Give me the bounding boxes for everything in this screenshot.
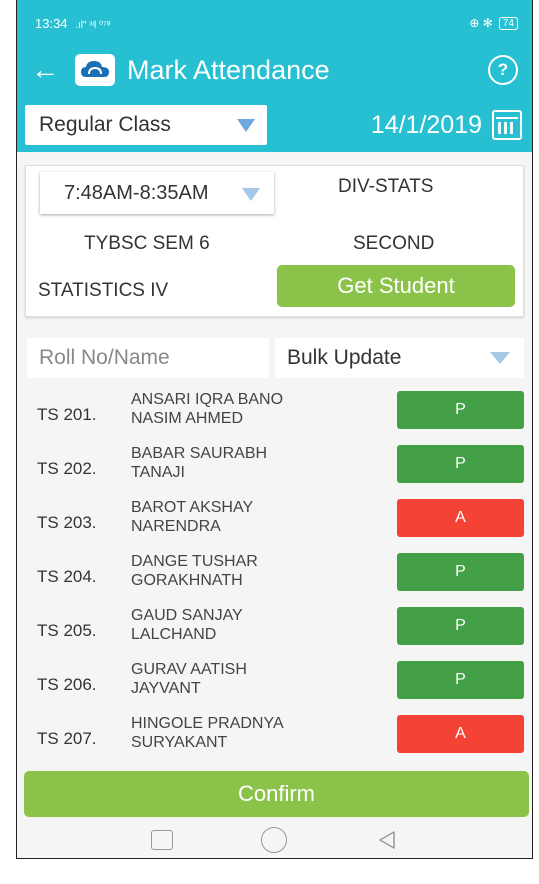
dropdown-arrow-icon xyxy=(490,352,510,364)
status-time: 13:34 xyxy=(35,15,68,31)
student-row: TS 205. GAUD SANJAY LALCHAND P xyxy=(17,604,532,658)
slot-label: SECOND xyxy=(353,233,435,254)
back-arrow-icon[interactable]: ← xyxy=(31,54,75,86)
help-icon[interactable]: ? xyxy=(488,55,518,85)
dropdown-arrow-icon xyxy=(237,118,255,132)
attendance-toggle-button[interactable]: A xyxy=(397,499,524,537)
student-name-line1: GURAV AATISH xyxy=(131,661,247,678)
attendance-toggle-button[interactable]: P xyxy=(397,607,524,645)
time-slot-value: 7:48AM-8:35AM xyxy=(64,181,209,204)
roll-number: TS 206. xyxy=(37,675,97,694)
student-row: TS 203. BAROT AKSHAY NARENDRA A xyxy=(17,496,532,550)
attendance-toggle-button[interactable]: P xyxy=(397,661,524,699)
student-name: HINGOLE PRADNYA SURYAKANT xyxy=(131,714,371,752)
attendance-toggle-button[interactable]: P xyxy=(397,445,524,483)
student-name-line2: TANAJI xyxy=(131,464,185,481)
lecture-info-card: 7:48AM-8:35AM DIV-STATS TYBSC SEM 6 SECO… xyxy=(25,165,524,317)
student-name-line1: BAROT AKSHAY xyxy=(131,499,254,516)
class-type-dropdown[interactable]: Regular Class xyxy=(25,105,267,145)
student-name: BABAR SAURABH TANAJI xyxy=(131,444,371,482)
class-controls: Regular Class 14/1/2019 xyxy=(25,104,524,146)
student-name-line2: JAYVANT xyxy=(131,680,201,697)
student-name-line1: DANGE TUSHAR xyxy=(131,553,258,570)
status-bar: 13:34 .ıl" ᵌᶥl ⁰⁷⁸ ⊕ ✻ 74 xyxy=(17,0,532,46)
class-label: TYBSC SEM 6 xyxy=(84,233,210,254)
student-name-line2: SURYAKANT xyxy=(131,734,228,751)
roll-number: TS 205. xyxy=(37,621,97,640)
filter-row: Roll No/Name Bulk Update xyxy=(27,338,524,378)
status-right: ⊕ ✻ 74 xyxy=(469,16,518,30)
class-type-value: Regular Class xyxy=(39,113,171,136)
attendance-toggle-button[interactable]: P xyxy=(397,553,524,591)
student-row: TS 206. GURAV AATISH JAYVANT P xyxy=(17,658,532,712)
student-name-line2: GORAKHNATH xyxy=(131,572,243,589)
student-name-line1: GAUD SANJAY xyxy=(131,607,243,624)
calendar-icon[interactable] xyxy=(492,110,522,140)
selected-date: 14/1/2019 xyxy=(370,110,482,139)
student-name: BAROT AKSHAY NARENDRA xyxy=(131,498,371,536)
student-list: TS 201. ANSARI IQRA BANO NASIM AHMED P TS… xyxy=(17,388,532,766)
bulk-update-dropdown[interactable]: Bulk Update xyxy=(275,338,524,378)
bulk-update-label: Bulk Update xyxy=(287,346,402,369)
recent-apps-icon[interactable] xyxy=(151,829,174,850)
student-name: GAUD SANJAY LALCHAND xyxy=(131,606,371,644)
student-name: ANSARI IQRA BANO NASIM AHMED xyxy=(131,390,371,428)
back-nav-icon[interactable] xyxy=(376,829,398,851)
student-row: TS 204. DANGE TUSHAR GORAKHNATH P xyxy=(17,550,532,604)
phone-screen: 13:34 .ıl" ᵌᶥl ⁰⁷⁸ ⊕ ✻ 74 ← Mark Attenda… xyxy=(16,0,533,859)
app-logo-icon xyxy=(75,54,115,86)
confirm-button[interactable]: Confirm xyxy=(24,771,529,817)
date-picker[interactable]: 14/1/2019 xyxy=(371,110,522,140)
roll-name-search-input[interactable]: Roll No/Name xyxy=(27,338,269,378)
student-name-line2: LALCHAND xyxy=(131,626,217,643)
roll-number: TS 207. xyxy=(37,729,97,748)
student-name-line1: BABAR SAURABH xyxy=(131,445,268,462)
get-student-button[interactable]: Get Student xyxy=(277,265,515,307)
student-name: DANGE TUSHAR GORAKHNATH xyxy=(131,552,371,590)
student-row: TS 207. HINGOLE PRADNYA SURYAKANT A xyxy=(17,712,532,766)
status-icons: ⊕ ✻ xyxy=(469,16,493,30)
signal-indicator: .ıl" ᵌᶥl ⁰⁷⁸ xyxy=(75,19,111,31)
home-icon[interactable] xyxy=(261,826,288,853)
battery-icon: 74 xyxy=(498,16,518,30)
student-name-line2: NASIM AHMED xyxy=(131,410,244,427)
student-row: TS 201. ANSARI IQRA BANO NASIM AHMED P xyxy=(17,388,532,442)
time-slot-dropdown[interactable]: 7:48AM-8:35AM xyxy=(40,172,274,214)
status-left: 13:34 .ıl" ᵌᶥl ⁰⁷⁸ xyxy=(35,16,111,31)
roll-number: TS 204. xyxy=(37,567,97,586)
student-name-line1: ANSARI IQRA BANO xyxy=(131,391,284,408)
toolbar: ← Mark Attendance ? xyxy=(17,46,532,94)
roll-number: TS 201. xyxy=(37,405,97,424)
app-header: 13:34 .ıl" ᵌᶥl ⁰⁷⁸ ⊕ ✻ 74 ← Mark Attenda… xyxy=(17,0,532,152)
division-label: DIV-STATS xyxy=(338,176,434,197)
system-nav-bar xyxy=(17,821,532,858)
attendance-toggle-button[interactable]: A xyxy=(397,715,524,753)
attendance-toggle-button[interactable]: P xyxy=(397,391,524,429)
student-row: TS 202. BABAR SAURABH TANAJI P xyxy=(17,442,532,496)
roll-number: TS 202. xyxy=(37,459,97,478)
roll-number: TS 203. xyxy=(37,513,97,532)
dropdown-arrow-icon xyxy=(242,188,260,201)
page-title: Mark Attendance xyxy=(127,54,330,85)
student-name-line2: NARENDRA xyxy=(131,518,221,535)
student-name: GURAV AATISH JAYVANT xyxy=(131,660,371,698)
subject-label: STATISTICS IV xyxy=(38,280,169,301)
student-name-line1: HINGOLE PRADNYA xyxy=(131,715,284,732)
